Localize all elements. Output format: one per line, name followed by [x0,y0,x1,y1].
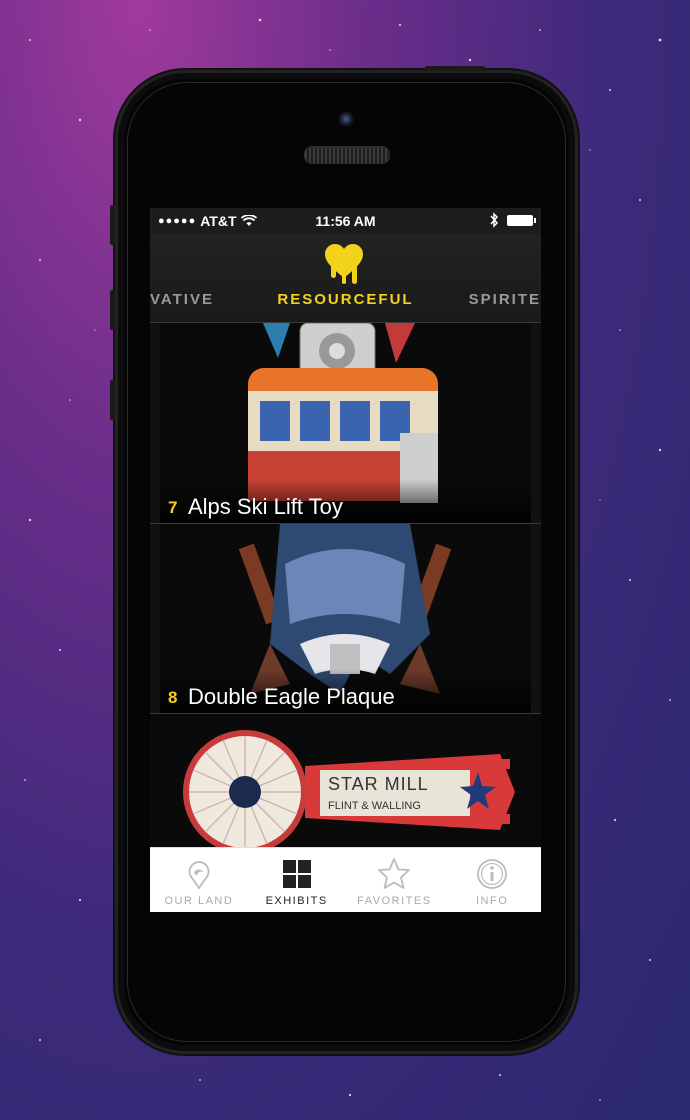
earpiece-speaker [304,146,390,164]
tab-our-land[interactable]: OUR LAND [150,848,248,912]
battery-icon [507,214,536,226]
grid-icon [282,860,311,888]
map-pin-icon [188,861,210,890]
exhibit-list[interactable]: 7 Alps Ski Lift Toy 8 Double Eagle Plaqu… [150,323,541,847]
status-time: 11:56 AM [315,213,376,229]
tab-exhibits[interactable]: EXHIBITS [248,848,346,912]
sign-star-mill-text: STAR MILL [328,774,429,794]
exhibit-item-9[interactable]: STAR MILL FLINT & WALLING [150,714,541,847]
exhibit-title: Double Eagle Plaque [188,684,395,709]
tab-label: OUR LAND [164,895,234,907]
mute-switch [110,205,115,245]
star-icon [378,858,411,889]
power-button [425,66,485,71]
info-icon [477,859,508,889]
heart-drip-logo-icon [325,244,363,284]
tab-label: FAVORITES [357,895,432,907]
bottom-tab-bar: OUR LAND EXHIBITS FAVORITES INFO [150,847,541,912]
category-header: VATIVE RESOURCEFUL SPIRITE [150,234,541,323]
tab-favorites[interactable]: FAVORITES [346,848,444,912]
volume-up-button [110,290,115,330]
tab-info[interactable]: INFO [443,848,541,912]
bluetooth-icon [490,212,499,228]
app-screen: ●●●●● AT&T 11:56 AM VATIVE RESOURCEFUL S… [150,208,541,912]
exhibit-number: 8 [168,688,178,707]
tab-label: EXHIBITS [265,895,328,907]
volume-down-button [110,380,115,420]
status-bar: ●●●●● AT&T 11:56 AM [150,208,541,234]
tab-label: INFO [475,895,509,907]
category-tab-next[interactable]: SPIRITE [469,291,541,308]
exhibit-item-7[interactable]: 7 Alps Ski Lift Toy [150,323,541,523]
exhibit-title: Alps Ski Lift Toy [188,494,343,519]
star-mill-sign-image: STAR MILL FLINT & WALLING [160,714,531,847]
exhibit-number: 7 [168,498,178,517]
exhibit-item-8[interactable]: 8 Double Eagle Plaque [150,524,541,713]
sign-flint-text: FLINT & WALLING [328,800,421,812]
front-camera [338,111,354,127]
